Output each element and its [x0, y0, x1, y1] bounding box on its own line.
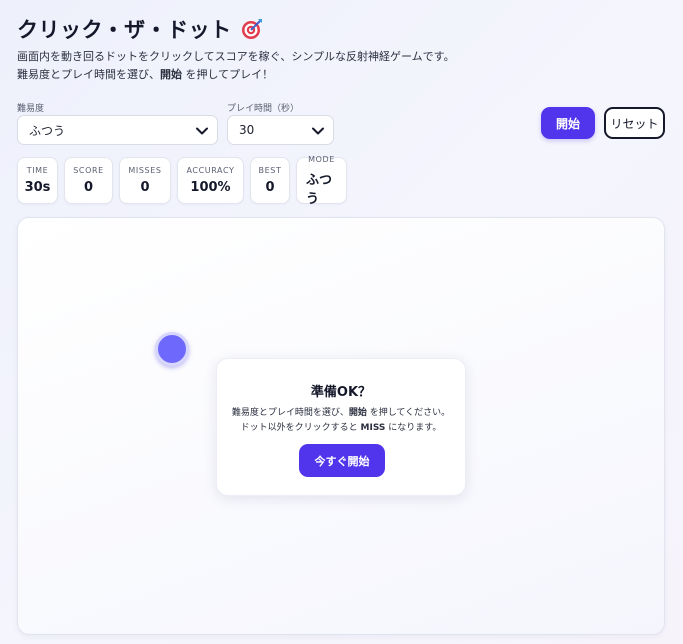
game-title: クリック・ザ・ドット	[17, 14, 264, 44]
stat-label: TIME	[26, 166, 49, 175]
start-button[interactable]: 開始	[541, 107, 595, 139]
stat-value: 100%	[190, 180, 231, 195]
stat-label: ACCURACY	[186, 166, 235, 175]
stat-label: MISSES	[128, 166, 162, 175]
stat-value: ふつう	[306, 172, 333, 207]
description-line-1: 画面内を動き回るドットをクリックしてスコアを稼ぐ、シンプルな反射神経ゲームです。	[17, 50, 455, 63]
stat-value: 30s	[24, 180, 51, 195]
stat-label: SCORE	[73, 166, 104, 175]
dialog-text-end: を押してください。	[366, 408, 451, 418]
dialog-text-end: になります。	[385, 423, 442, 433]
stat-score: SCORE 0	[64, 157, 113, 204]
difficulty-select[interactable]: ふつう	[17, 115, 218, 145]
chevron-down-icon	[196, 127, 208, 135]
play-time-select[interactable]: 30	[227, 115, 334, 145]
stat-best: BEST 0	[250, 157, 290, 204]
difficulty-label: 難易度	[17, 104, 45, 114]
dialog-text: 難易度とプレイ時間を選び、	[231, 408, 349, 418]
target-dart-icon	[240, 17, 264, 41]
description-line-2: 難易度とプレイ時間を選び、開始 を押してプレイ！	[17, 66, 455, 84]
description-start-emphasis: 開始	[160, 68, 182, 81]
dialog-text: ドット以外をクリックすると	[240, 423, 361, 433]
description-text: 難易度とプレイ時間を選び、	[17, 68, 160, 81]
play-time-label: プレイ時間（秒）	[227, 104, 300, 114]
ready-dialog-title: 準備OK？	[310, 385, 372, 400]
stats-bar: TIME 30s SCORE 0 MISSES 0 ACCURACY 100% …	[17, 154, 347, 207]
dialog-miss-emphasis: MISS	[360, 423, 386, 433]
stat-misses: MISSES 0	[119, 157, 171, 204]
ready-dialog: 準備OK？ 難易度とプレイ時間を選び、開始 を押してください。 ドット以外をクリ…	[216, 358, 466, 496]
ready-dialog-line-1: 難易度とプレイ時間を選び、開始 を押してください。	[217, 406, 465, 421]
start-now-button[interactable]: 今すぐ開始	[299, 444, 385, 477]
difficulty-value: ふつう	[29, 123, 66, 138]
stat-value: 0	[140, 180, 150, 195]
stat-value: 0	[265, 180, 275, 195]
stat-value: 0	[83, 180, 94, 195]
chevron-down-icon	[312, 127, 324, 135]
play-time-value: 30	[239, 123, 255, 137]
stat-accuracy: ACCURACY 100%	[177, 157, 244, 204]
reset-button[interactable]: リセット	[604, 107, 665, 139]
stat-time: TIME 30s	[17, 157, 58, 204]
game-arena[interactable]: 準備OK？ 難易度とプレイ時間を選び、開始 を押してください。 ドット以外をクリ…	[17, 217, 665, 635]
game-title-text: クリック・ザ・ドット	[17, 18, 232, 42]
stat-mode: MODE ふつう	[296, 154, 347, 207]
dialog-start-emphasis: 開始	[348, 408, 367, 418]
game-description: 画面内を動き回るドットをクリックしてスコアを稼ぐ、シンプルな反射神経ゲームです。…	[17, 48, 455, 84]
stat-label: MODE	[308, 154, 335, 164]
target-dot[interactable]	[155, 332, 189, 366]
description-text-end: を押してプレイ！	[182, 68, 274, 81]
ready-dialog-text: 難易度とプレイ時間を選び、開始 を押してください。 ドット以外をクリックすると …	[217, 406, 465, 436]
ready-dialog-line-2: ドット以外をクリックすると MISS になります。	[217, 421, 465, 436]
stat-label: BEST	[258, 166, 282, 175]
